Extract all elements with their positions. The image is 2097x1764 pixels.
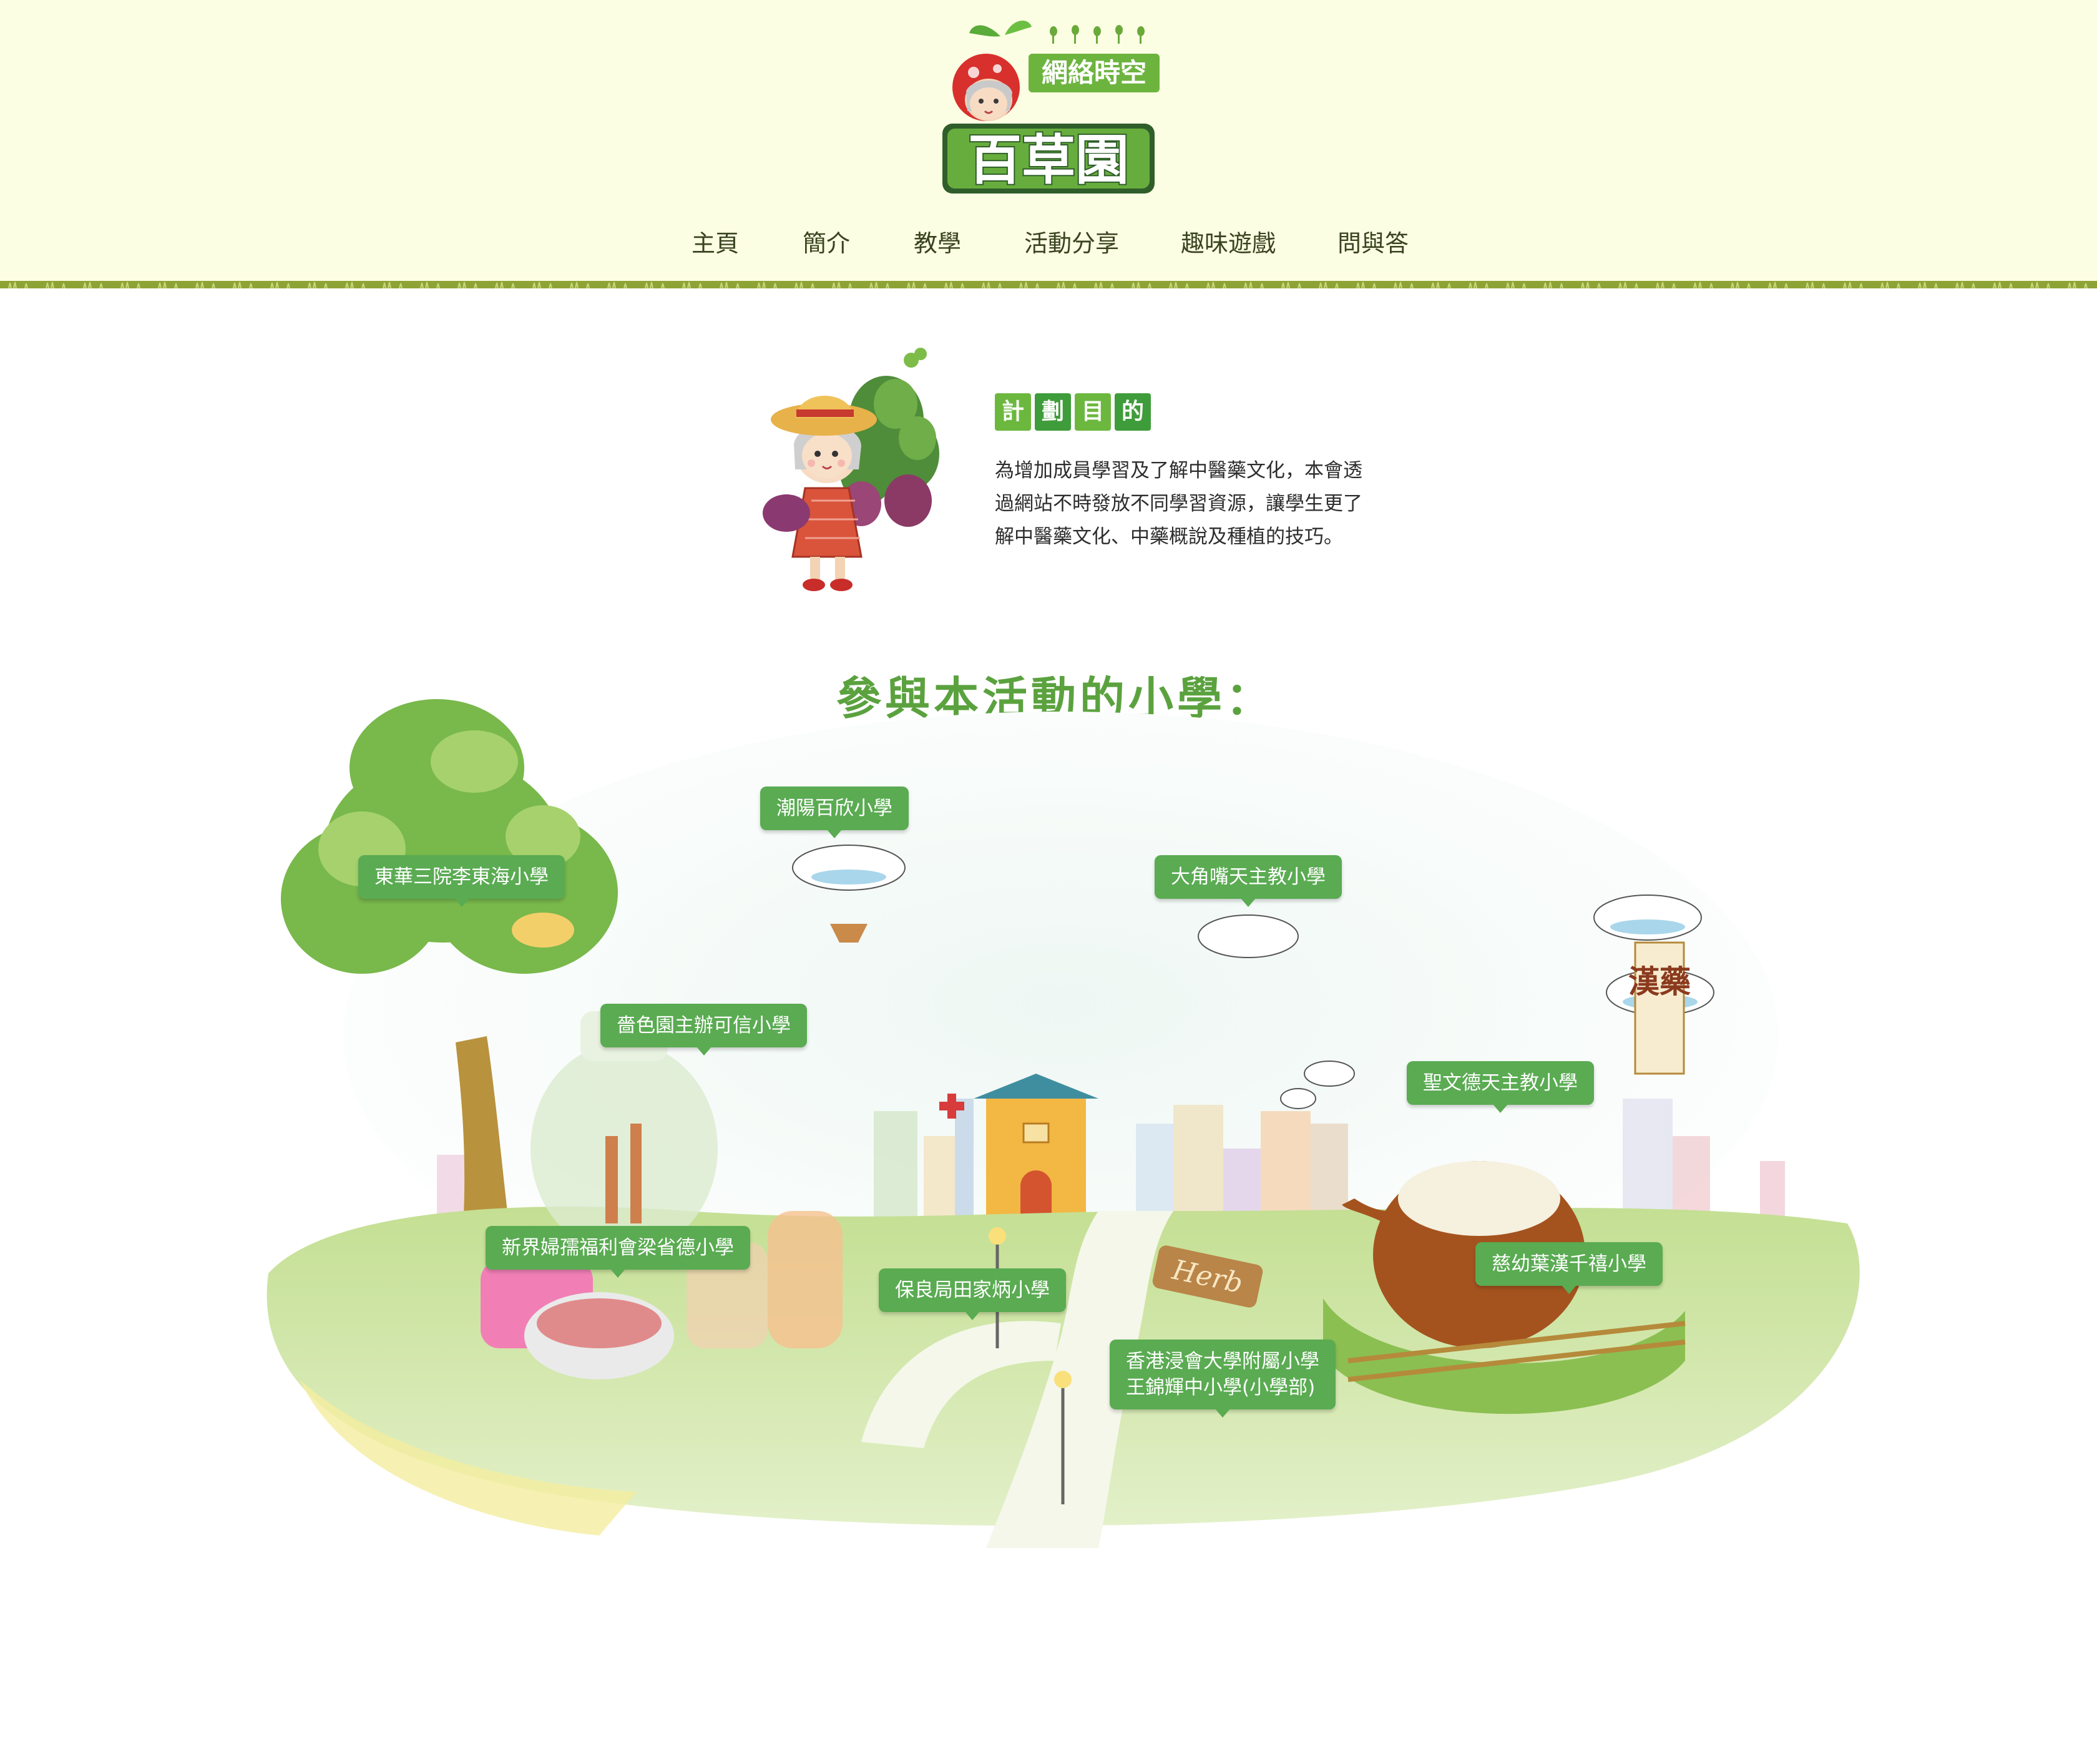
header-border bbox=[0, 281, 2097, 288]
nav-item-fun-games[interactable]: 趣味遊戲 bbox=[1181, 222, 1276, 265]
nav-item-home[interactable]: 主頁 bbox=[692, 222, 739, 265]
goal-title-char: 計 bbox=[995, 393, 1031, 431]
town-scene: Herb 漢藥 bbox=[266, 699, 1860, 1548]
nav-item-teaching[interactable]: 教學 bbox=[914, 222, 961, 265]
school-tag-salesian-yip-hon-millennium[interactable]: 慈幼葉漢千禧小學 bbox=[1475, 1242, 1663, 1294]
goal-title-char: 的 bbox=[1115, 393, 1151, 431]
goal-line: 過網站不時發放不同學習資源，讓學生更了 bbox=[995, 492, 1362, 515]
school-tag-tung-wah-lee-tung-hoi[interactable]: 東華三院李東海小學 bbox=[358, 855, 565, 907]
school-tag-plk-tin-ka-ping[interactable]: 保良局田家炳小學 bbox=[879, 1268, 1066, 1320]
goal-title: 計 劃 目 的 bbox=[995, 393, 1151, 434]
goal-title-char: 劃 bbox=[1035, 393, 1071, 431]
girl-with-herbs-illustration bbox=[761, 345, 942, 594]
schools-illustration: Herb 漢藥 潮陽百欣小學 東華三院李東海小學 大角嘴天主教小學 嗇色園主辦可… bbox=[250, 662, 1860, 1567]
school-tag-sik-sik-yuen-ho-shun[interactable]: 嗇色園主辦可信小學 bbox=[600, 1004, 807, 1056]
school-tag-tai-kok-tsui-catholic[interactable]: 大角嘴天主教小學 bbox=[1155, 855, 1342, 907]
logo-graphic: 網絡時空 百草園 bbox=[942, 21, 1160, 194]
banner-text: 漢藥 bbox=[1628, 964, 1691, 1000]
goal-line: 解中醫藥文化、中藥概說及種植的技巧。 bbox=[995, 526, 1343, 548]
logo-main-text: 百草園 bbox=[968, 129, 1129, 192]
school-tag-hkbu-affiliated[interactable]: 香港浸會大學附屬小學 王錦輝中小學(小學部) bbox=[1110, 1340, 1336, 1418]
goal-line: 為增加成員學習及了解中醫藥文化，本會透 bbox=[995, 459, 1362, 482]
nav-item-qa[interactable]: 問與答 bbox=[1337, 222, 1409, 265]
school-tag-st-bonaventure[interactable]: 聖文德天主教小學 bbox=[1407, 1061, 1594, 1113]
site-logo[interactable]: 網絡時空 百草園 bbox=[935, 17, 1163, 198]
goal-title-char: 目 bbox=[1075, 393, 1111, 431]
goal-description: 為增加成員學習及了解中醫藥文化，本會透 過網站不時發放不同學習資源，讓學生更了 … bbox=[995, 454, 1394, 554]
logo-top-text: 網絡時空 bbox=[1042, 57, 1146, 88]
school-tag-ntwwa-leung-sing-tak[interactable]: 新界婦孺福利會梁省德小學 bbox=[486, 1226, 750, 1278]
school-tag-chiu-yang[interactable]: 潮陽百欣小學 bbox=[760, 786, 909, 838]
nav-item-intro[interactable]: 簡介 bbox=[803, 222, 850, 265]
main-nav: 主頁 簡介 教學 活動分享 趣味遊戲 問與答 bbox=[662, 222, 1435, 265]
site-header: 網絡時空 百草園 主頁 簡介 教學 活動分享 趣味遊戲 問與答 bbox=[0, 0, 2097, 281]
nav-item-activity-sharing[interactable]: 活動分享 bbox=[1024, 222, 1119, 265]
